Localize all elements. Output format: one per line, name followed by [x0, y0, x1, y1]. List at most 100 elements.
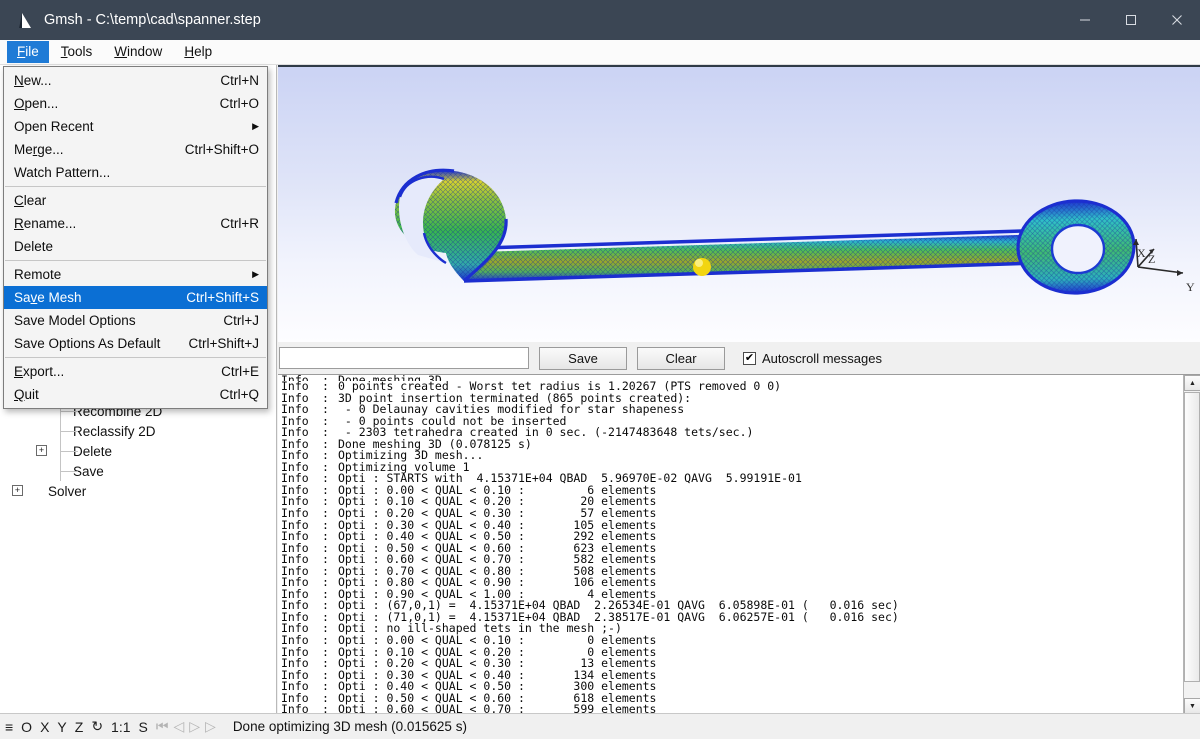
tree-item-reclassify-2d[interactable]: Reclassify 2D: [0, 421, 276, 441]
tree-item-solver[interactable]: + Solver: [0, 481, 276, 501]
menu-item-accelerator: Ctrl+Shift+S: [186, 290, 259, 305]
file-menu-item-merge[interactable]: Merge... Ctrl+Shift+O: [4, 138, 267, 161]
scrollbar-thumb[interactable]: [1184, 392, 1200, 682]
axis-triad: X Z Y: [1123, 242, 1200, 312]
tree-item-label: Delete: [73, 443, 113, 459]
file-menu-item-delete[interactable]: Delete: [4, 235, 267, 258]
gmsh-window: Gmsh - C:\temp\cad\spanner.step File Too…: [0, 0, 1200, 739]
axis-z-label: Z: [1148, 252, 1156, 266]
message-log-panel: Info:Done meshing 3D...Info:0 points cre…: [278, 374, 1200, 713]
menu-separator: [5, 357, 266, 358]
axis-z-icon[interactable]: Z: [75, 719, 84, 735]
tree-guide: [60, 411, 78, 412]
file-menu-item-new[interactable]: New... Ctrl+N: [4, 69, 267, 92]
3d-viewport[interactable]: X Z Y: [278, 65, 1200, 342]
menu-separator: [5, 186, 266, 187]
log-severity: Info: [281, 702, 309, 713]
axis-x-icon[interactable]: X: [40, 719, 49, 735]
tree-expand-icon[interactable]: +: [36, 445, 47, 456]
close-button[interactable]: [1154, 0, 1200, 40]
menu-item-label: Remote: [14, 267, 62, 282]
axis-y-label: Y: [1186, 280, 1195, 294]
window-title: Gmsh - C:\temp\cad\spanner.step: [44, 12, 261, 28]
menu-item-label: Quit: [14, 387, 39, 402]
file-menu-item-watch-pattern[interactable]: Watch Pattern...: [4, 161, 267, 184]
file-menu-item-quit[interactable]: Quit Ctrl+Q: [4, 383, 267, 406]
autoscroll-label: Autoscroll messages: [762, 350, 882, 366]
submenu-arrow-icon: ▶: [252, 269, 259, 279]
menu-hamburger-icon[interactable]: ≡: [5, 719, 13, 735]
clear-messages-button[interactable]: Clear: [637, 346, 725, 370]
menu-file[interactable]: File: [7, 41, 49, 63]
menu-item-label: Save Options As Default: [14, 336, 161, 351]
menu-item-accelerator: Ctrl+Q: [219, 387, 259, 402]
log-separator: :: [322, 702, 329, 713]
file-menu-item-save-mesh[interactable]: Save Mesh Ctrl+Shift+S: [4, 286, 267, 309]
maximize-button[interactable]: [1108, 0, 1154, 40]
scroll-up-icon[interactable]: ▲: [1184, 375, 1200, 391]
menu-help[interactable]: Help: [174, 41, 222, 63]
minimize-button[interactable]: [1062, 0, 1108, 40]
gmsh-triangle-icon: [8, 0, 42, 40]
save-messages-button[interactable]: Save: [539, 346, 627, 370]
menu-item-label: Merge...: [14, 142, 64, 157]
file-menu-item-remote[interactable]: Remote ▶: [4, 263, 267, 286]
axis-x-label: X: [1137, 246, 1146, 260]
menu-item-accelerator: Ctrl+J: [223, 313, 259, 328]
step-back-icon[interactable]: ◁: [173, 718, 184, 735]
axis-y-icon[interactable]: Y: [57, 719, 66, 735]
menu-item-label: Open...: [14, 96, 59, 111]
menu-separator: [5, 260, 266, 261]
file-menu-item-export[interactable]: Export... Ctrl+E: [4, 360, 267, 383]
message-log-list[interactable]: Info:Done meshing 3D...Info:0 points cre…: [278, 375, 1182, 713]
tree-item-save[interactable]: Save: [0, 461, 276, 481]
window-controls: [1062, 0, 1200, 40]
file-menu-item-rename[interactable]: Rename... Ctrl+R: [4, 212, 267, 235]
tree-expand-icon[interactable]: +: [12, 485, 23, 496]
menu-bar: File Tools Window Help: [0, 40, 1200, 65]
menu-item-label: Clear: [14, 193, 47, 208]
menu-item-label: Export...: [14, 364, 65, 379]
message-filter-input[interactable]: [279, 347, 529, 369]
scroll-down-icon[interactable]: ▼: [1184, 698, 1200, 713]
file-menu-item-save-model-options[interactable]: Save Model Options Ctrl+J: [4, 309, 267, 332]
menu-item-label: Save Model Options: [14, 313, 136, 328]
spanner-mesh-render: [394, 168, 1184, 295]
step-forward-icon[interactable]: ▷: [205, 718, 216, 735]
menu-item-accelerator: Ctrl+N: [220, 73, 259, 88]
play-icon[interactable]: ▷: [189, 718, 200, 735]
message-toolbar: Save Clear ✔ Autoscroll messages: [278, 342, 1200, 374]
menu-window[interactable]: Window: [104, 41, 172, 63]
skip-start-icon[interactable]: ⏮: [156, 718, 169, 735]
tree-item-label: Reclassify 2D: [73, 423, 156, 439]
menu-item-label: Rename...: [14, 216, 77, 231]
autoscroll-checkbox[interactable]: ✔ Autoscroll messages: [743, 351, 882, 366]
log-line: Info: Opti : 0.60 < QUAL < 0.70 : 599 ele…: [278, 704, 1182, 713]
file-menu-item-open[interactable]: Open... Ctrl+O: [4, 92, 267, 115]
rotate-icon[interactable]: ↻: [91, 718, 103, 735]
scale-ratio-label[interactable]: 1:1: [111, 719, 130, 735]
menu-tools[interactable]: Tools: [51, 41, 103, 63]
menu-item-label: Open Recent: [14, 119, 94, 134]
log-text: Opti : 0.60 < QUAL < 0.70 : 599 elements: [338, 702, 657, 713]
status-bar-icons: ≡ O X Y Z ↻ 1:1 S ⏮ ◁ ▷ ▷: [5, 718, 221, 735]
menu-item-accelerator: Ctrl+E: [221, 364, 259, 379]
ortho-o-icon[interactable]: O: [21, 719, 32, 735]
submenu-arrow-icon: ▶: [252, 121, 259, 131]
file-menu-item-open-recent[interactable]: Open Recent ▶: [4, 115, 267, 138]
tree-item-label: Solver: [48, 483, 87, 499]
status-message: Done optimizing 3D mesh (0.015625 s): [232, 719, 467, 734]
snap-s-icon[interactable]: S: [139, 719, 148, 735]
status-bar: ≡ O X Y Z ↻ 1:1 S ⏮ ◁ ▷ ▷ Done optimizing 3D mesh (…: [0, 713, 1200, 739]
menu-item-label: Save Mesh: [14, 290, 82, 305]
tree-item-delete[interactable]: + Delete: [0, 441, 276, 461]
file-menu-item-clear[interactable]: Clear: [4, 189, 267, 212]
menu-item-accelerator: Ctrl+Shift+O: [184, 142, 259, 157]
message-log-scrollbar[interactable]: ▲ ▼: [1183, 375, 1200, 713]
tree-guide: [60, 451, 78, 452]
file-dropdown-menu[interactable]: New... Ctrl+N Open... Ctrl+O Open Recent ▶ Mer…: [3, 66, 268, 409]
title-bar: Gmsh - C:\temp\cad\spanner.step: [0, 0, 1200, 40]
menu-item-label: New...: [14, 73, 52, 88]
menu-item-accelerator: Ctrl+Shift+J: [188, 336, 259, 351]
file-menu-item-save-options-as-default[interactable]: Save Options As Default Ctrl+Shift+J: [4, 332, 267, 355]
